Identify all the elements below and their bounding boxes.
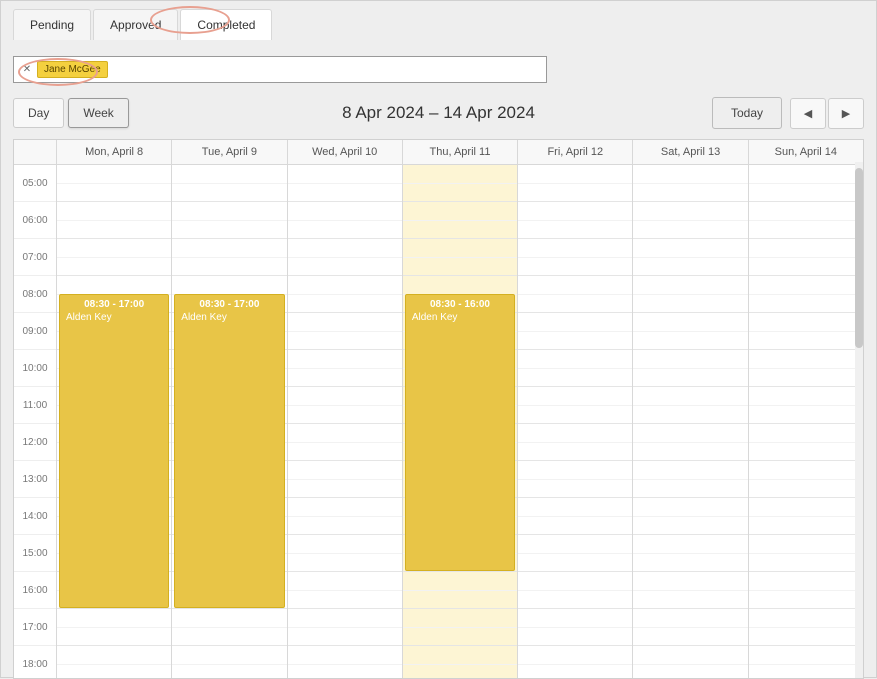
day-col-mon[interactable]: 08:30 - 17:00 Alden Key <box>56 165 171 678</box>
date-range-label: 8 Apr 2024 – 14 Apr 2024 <box>342 103 535 123</box>
filter-row: ✕ Jane McGee <box>1 40 876 93</box>
day-col-thu[interactable]: 08:30 - 16:00 Alden Key <box>402 165 517 678</box>
time-label: 10:00 <box>14 350 56 387</box>
day-col-wed[interactable] <box>287 165 402 678</box>
next-button[interactable]: ▶ <box>828 98 864 129</box>
time-label: 16:00 <box>14 572 56 609</box>
day-col-sat[interactable] <box>632 165 747 678</box>
remove-tag-icon[interactable]: ✕ <box>20 63 34 77</box>
time-column: 05:00 06:00 07:00 08:00 09:00 10:00 11:0… <box>14 165 56 678</box>
calendar-body[interactable]: 05:00 06:00 07:00 08:00 09:00 10:00 11:0… <box>14 165 863 678</box>
filter-input[interactable]: ✕ Jane McGee <box>13 56 547 83</box>
day-header-wed[interactable]: Wed, April 10 <box>287 140 402 164</box>
chevron-left-icon: ◀ <box>804 107 812 120</box>
calendar-event[interactable]: 08:30 - 16:00 Alden Key <box>405 294 515 571</box>
day-header-sun[interactable]: Sun, April 14 <box>748 140 863 164</box>
event-time: 08:30 - 17:00 <box>66 299 162 310</box>
day-header-mon[interactable]: Mon, April 8 <box>56 140 171 164</box>
day-header-fri[interactable]: Fri, April 12 <box>517 140 632 164</box>
day-col-tue[interactable]: 08:30 - 17:00 Alden Key <box>171 165 286 678</box>
time-label: 14:00 <box>14 498 56 535</box>
prev-button[interactable]: ◀ <box>790 98 826 129</box>
event-time: 08:30 - 16:00 <box>412 299 508 310</box>
event-title: Alden Key <box>412 312 508 323</box>
time-label: 05:00 <box>14 165 56 202</box>
week-view-button[interactable]: Week <box>68 98 128 128</box>
event-time: 08:30 - 17:00 <box>181 299 277 310</box>
time-label: 06:00 <box>14 202 56 239</box>
calendar-event[interactable]: 08:30 - 17:00 Alden Key <box>59 294 169 608</box>
time-label: 18:00 <box>14 646 56 678</box>
day-header-tue[interactable]: Tue, April 9 <box>171 140 286 164</box>
day-col-fri[interactable] <box>517 165 632 678</box>
time-label: 08:00 <box>14 276 56 313</box>
time-label: 17:00 <box>14 609 56 646</box>
time-label: 13:00 <box>14 461 56 498</box>
status-tabs: Pending Approved Completed <box>1 1 876 40</box>
time-label: 15:00 <box>14 535 56 572</box>
time-label: 07:00 <box>14 239 56 276</box>
day-view-button[interactable]: Day <box>13 98 64 128</box>
calendar: Mon, April 8 Tue, April 9 Wed, April 10 … <box>13 139 864 679</box>
calendar-header: Mon, April 8 Tue, April 9 Wed, April 10 … <box>14 140 863 165</box>
tab-pending[interactable]: Pending <box>13 9 91 40</box>
chevron-right-icon: ▶ <box>842 107 850 120</box>
time-column-header <box>14 140 56 164</box>
tab-approved[interactable]: Approved <box>93 9 178 40</box>
day-header-sat[interactable]: Sat, April 13 <box>632 140 747 164</box>
time-label: 11:00 <box>14 387 56 424</box>
event-title: Alden Key <box>66 312 162 323</box>
event-title: Alden Key <box>181 312 277 323</box>
day-header-thu[interactable]: Thu, April 11 <box>402 140 517 164</box>
view-controls: Day Week 8 Apr 2024 – 14 Apr 2024 Today … <box>1 93 876 139</box>
time-label: 09:00 <box>14 313 56 350</box>
calendar-event[interactable]: 08:30 - 17:00 Alden Key <box>174 294 284 608</box>
scrollbar-thumb[interactable] <box>855 168 863 348</box>
time-label: 12:00 <box>14 424 56 461</box>
filter-tag[interactable]: Jane McGee <box>37 61 108 78</box>
today-button[interactable]: Today <box>712 97 782 129</box>
day-col-sun[interactable] <box>748 165 863 678</box>
tab-completed[interactable]: Completed <box>180 9 272 40</box>
